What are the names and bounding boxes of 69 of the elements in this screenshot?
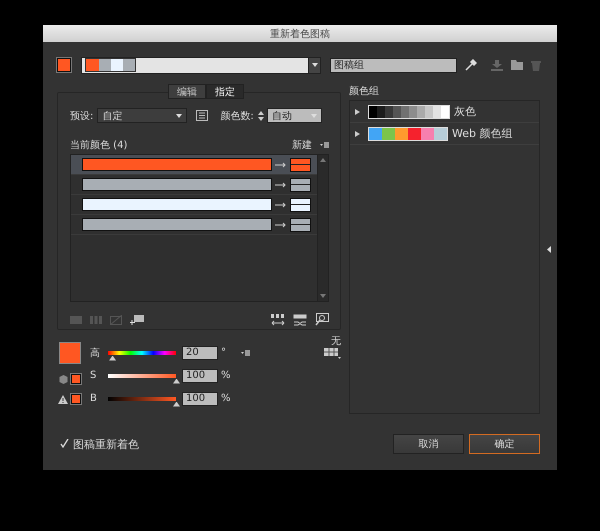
none-label: 无 — [331, 335, 341, 348]
value-field[interactable]: 100 — [182, 392, 218, 406]
color-mode-icon[interactable] — [324, 348, 341, 359]
scrollbar[interactable] — [317, 155, 328, 301]
scroll-up-icon[interactable] — [320, 158, 326, 162]
dialog-button[interactable]: 确定 — [469, 434, 540, 454]
group-name-field[interactable]: 图稿组 — [330, 58, 457, 72]
checkbox[interactable] — [60, 438, 70, 450]
slider-label: 高 — [90, 346, 100, 360]
group-name: 灰色 — [454, 104, 476, 119]
new-color-swatch[interactable] — [290, 198, 311, 212]
expand-icon[interactable] — [355, 130, 360, 136]
caret-icon — [312, 63, 318, 67]
preset-label: 预设: — [70, 110, 94, 122]
slider-label: S — [90, 370, 98, 381]
tab[interactable]: 编辑 — [168, 84, 206, 99]
new-column-label: 新建 — [292, 138, 312, 152]
color-row[interactable] — [71, 175, 317, 195]
value-field[interactable]: 20 — [182, 346, 218, 360]
unit-label: % — [221, 393, 232, 404]
color-row[interactable] — [71, 195, 317, 215]
list-icon[interactable] — [196, 110, 208, 121]
web-safe-swatch[interactable] — [71, 374, 81, 384]
slider-thumb[interactable] — [109, 356, 116, 360]
arrow-icon — [275, 182, 287, 188]
checkbox-label: 图稿重新着色 — [73, 436, 139, 452]
expand-icon[interactable] — [355, 108, 360, 114]
search-icon[interactable] — [315, 313, 329, 326]
stepper-icon[interactable] — [256, 110, 265, 122]
dropdown-button[interactable] — [308, 58, 320, 72]
color-bar-field[interactable] — [81, 56, 321, 74]
group-name: Web 颜色组 — [452, 126, 512, 141]
color-group-row[interactable]: 灰色 — [350, 101, 539, 123]
preset-dropdown[interactable]: 自定 — [97, 108, 188, 123]
color-swatch[interactable] — [57, 58, 71, 72]
color-row[interactable] — [71, 155, 317, 175]
new-row-icon[interactable] — [130, 314, 144, 324]
color-count-dropdown[interactable]: 自动 — [266, 108, 322, 123]
slider-thumb[interactable] — [173, 378, 180, 384]
new-color-swatch[interactable] — [290, 218, 311, 232]
menu-icon[interactable] — [320, 142, 329, 148]
menu-icon[interactable] — [241, 350, 250, 356]
window-title: 重新着色图稿 — [270, 28, 330, 40]
arrow-icon — [275, 162, 287, 168]
color-group-row[interactable]: Web 颜色组 — [350, 123, 539, 145]
arrow-icon — [275, 202, 287, 208]
tab[interactable]: 指定 — [206, 84, 244, 99]
dialog-button[interactable]: 取消 — [393, 434, 464, 454]
slider-thumb[interactable] — [173, 402, 180, 406]
color-count-label: 颜色数: — [220, 110, 254, 122]
slider-label: B — [90, 393, 98, 404]
arrow-icon — [275, 222, 287, 228]
gamut-swatch[interactable] — [71, 394, 81, 404]
new-color-swatch[interactable] — [290, 158, 311, 172]
collapse-icon[interactable] — [547, 246, 551, 252]
randomize-order-icon[interactable] — [271, 314, 285, 326]
color-groups-label: 颜色组 — [349, 84, 380, 98]
folder-icon[interactable] — [511, 60, 523, 70]
current-colors-label: 当前颜色 (4) — [70, 138, 128, 152]
unit-label: ° — [221, 347, 227, 358]
randomize-saturation-icon[interactable] — [293, 314, 307, 326]
scroll-down-icon[interactable] — [320, 294, 326, 298]
caret-icon — [310, 114, 317, 118]
caret-icon — [176, 114, 182, 118]
warning-icon — [58, 394, 68, 404]
new-color-swatch[interactable] — [290, 178, 311, 192]
unit-label: % — [221, 370, 232, 381]
color-row[interactable] — [71, 215, 317, 235]
value-field[interactable]: 100 — [182, 368, 218, 382]
